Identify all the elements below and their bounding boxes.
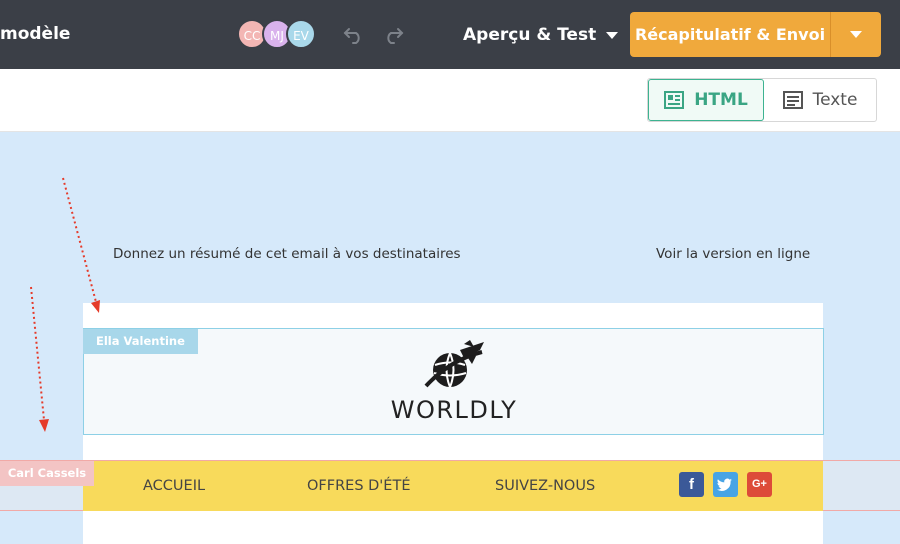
arrow-head-icon — [39, 419, 49, 432]
annotation-arrows — [30, 177, 100, 432]
arrow-head-icon — [91, 300, 100, 313]
